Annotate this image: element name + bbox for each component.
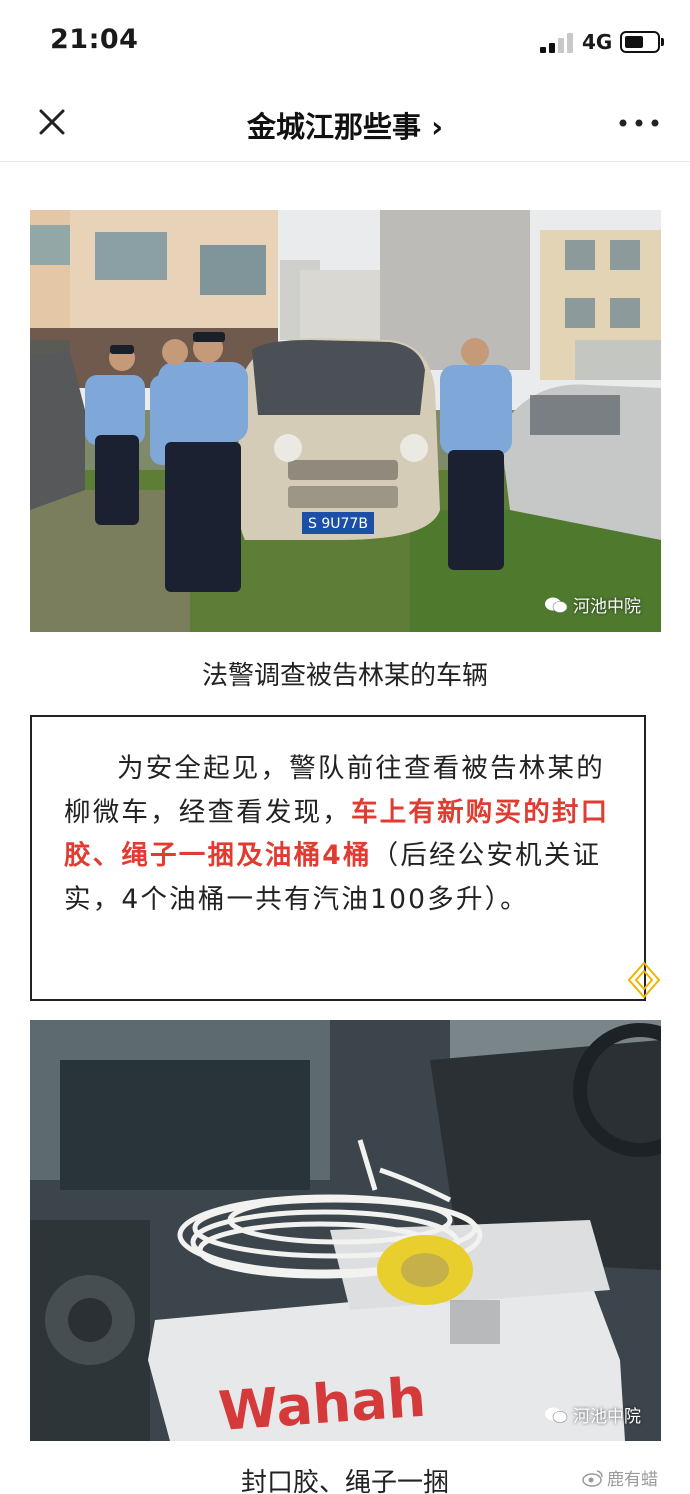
network-label: 4G [582,30,613,54]
notice-paragraph: 为安全起见，警队前往查看被告林某的柳微车，经查看发现，车上有新购买的封口胶、绳子… [64,747,620,921]
photo-evidence[interactable]: Wahah 河池中院 [30,1020,661,1441]
battery-icon [620,31,660,53]
photo-police-vehicle[interactable]: S 9U77B 河池中院 [30,210,661,632]
photo2-watermark: 河池中院 [544,1402,641,1427]
photo1-caption: 法警调查被告林某的车辆 [201,661,488,691]
weibo-watermark-text: 鹿有蜡 [607,1470,658,1490]
wechat-icon [545,597,568,613]
photo1-watermark-text: 河池中院 [573,597,641,617]
account-title-link[interactable]: 金城江那些事 › [0,104,690,146]
diamond-icon [627,961,661,999]
photo-scene: S 9U77B [30,210,661,632]
status-bar: 21:04 4G [0,0,690,86]
chevron-right-icon: › [431,110,444,144]
weibo-watermark: 鹿有蜡 [582,1465,658,1490]
license-plate: S 9U77B [308,516,368,532]
signal-strength-icon [540,33,574,53]
weibo-icon [582,1469,603,1487]
notice-text-box: 为安全起见，警队前往查看被告林某的柳微车，经查看发现，车上有新购买的封口胶、绳子… [30,715,646,1001]
more-dots-icon [619,119,659,127]
account-title: 金城江那些事 [246,110,421,144]
battery-cap [661,38,664,46]
more-button[interactable] [616,108,662,138]
status-time: 21:04 [50,24,139,55]
box-brand-text: Wahah [217,1366,428,1441]
photo2-scene: Wahah [30,1020,661,1441]
photo1-watermark: 河池中院 [544,592,641,617]
nav-bar: 金城江那些事 › [0,86,690,162]
photo2-watermark-text: 河池中院 [573,1407,641,1427]
wechat-icon [545,1407,568,1423]
